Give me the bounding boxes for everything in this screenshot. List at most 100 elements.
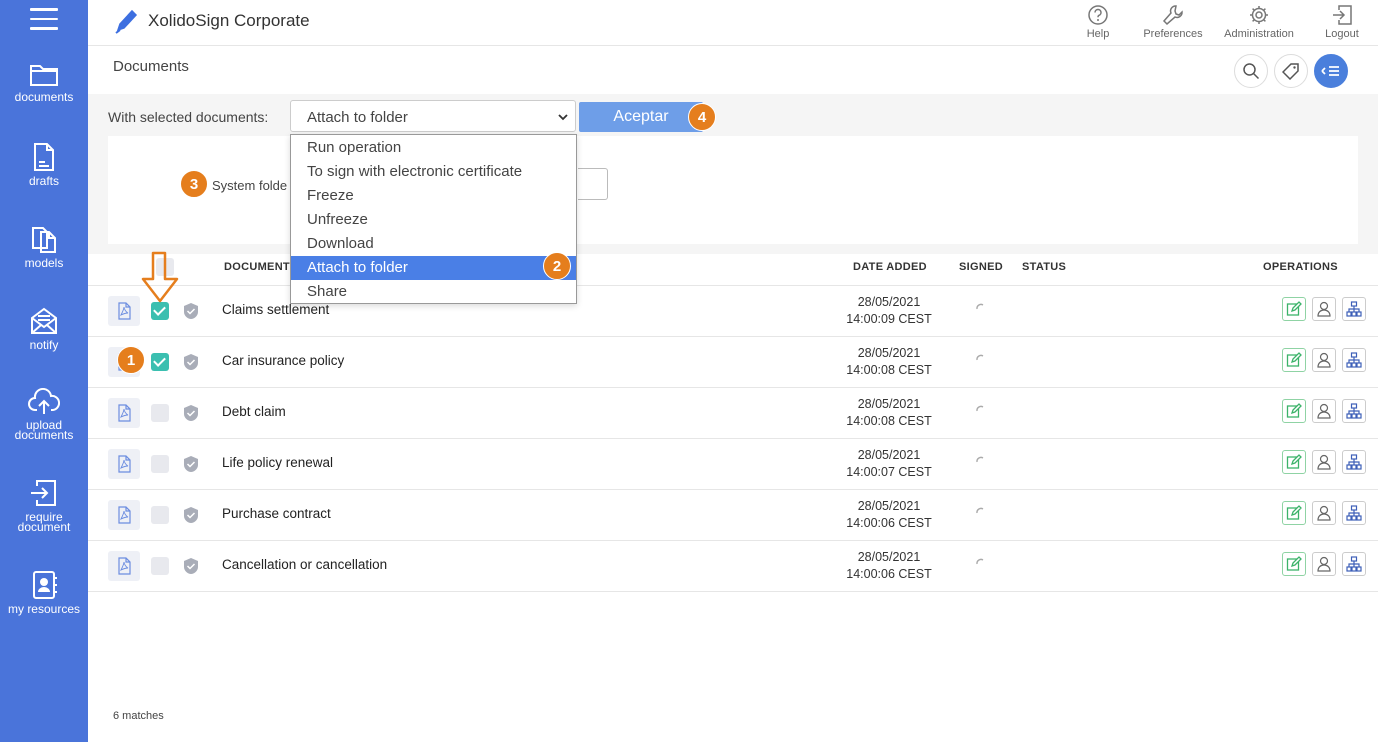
list-check-icon [1321,66,1339,76]
dropdown-option-download[interactable]: Download [291,232,576,256]
sidebar-item-label: models [24,256,64,270]
pdf-file-button[interactable] [108,500,140,530]
pdf-file-button[interactable] [108,296,140,326]
loading-spinner-icon [976,558,984,565]
date-value: 28/05/2021 [857,295,921,309]
folder-input[interactable] [578,168,608,200]
row-checkbox[interactable] [151,404,169,422]
documents-bar: Documents [88,46,1378,94]
workflow-button[interactable] [1342,348,1366,372]
dropdown-option-unfreeze[interactable]: Unfreeze [291,208,576,232]
preferences-button[interactable]: Preferences [1138,4,1208,40]
edit-icon [1286,403,1302,418]
user-button[interactable] [1312,348,1336,372]
sidebar-item-upload-documents[interactable]: upload documents [0,388,88,442]
row-checkbox[interactable] [151,455,169,473]
workflow-button[interactable] [1342,399,1366,423]
user-button[interactable] [1312,297,1336,321]
edit-button[interactable] [1282,501,1306,525]
sidebar-item-notify[interactable]: notify [0,306,88,351]
tag-button[interactable] [1274,54,1308,88]
date-value: 28/05/2021 [857,550,921,564]
administration-button[interactable]: Administration [1220,4,1298,40]
contact-book-icon [33,571,57,599]
system-folder-label: System folde [212,178,288,193]
dropdown-option-run-operation[interactable]: Run operation [291,136,576,160]
edit-button[interactable] [1282,399,1306,423]
pdf-file-button[interactable] [108,551,140,581]
dropdown-option-freeze[interactable]: Freeze [291,184,576,208]
accept-button[interactable]: Aceptar [579,102,703,132]
user-button[interactable] [1312,501,1336,525]
date-added: 28/05/2021 14:00:08 CEST [828,345,950,379]
user-button[interactable] [1312,399,1336,423]
edit-button[interactable] [1282,552,1306,576]
header-date-added[interactable]: DATE ADDED [853,261,927,273]
edit-button[interactable] [1282,348,1306,372]
workflow-button[interactable] [1342,450,1366,474]
edit-icon [1286,352,1302,367]
edit-button[interactable] [1282,450,1306,474]
sidebar-item-documents[interactable]: documents [0,62,88,103]
sidebar-item-require-document[interactable]: require document [0,478,88,533]
shield-check-icon [184,303,198,319]
header-signed[interactable]: SIGNED [959,261,1003,273]
shield-check-icon [184,354,198,370]
help-button[interactable]: Help [1082,4,1114,40]
dropdown-option-share[interactable]: Share [291,280,576,304]
sidebar-item-label: upload documents [14,418,74,442]
pdf-file-button[interactable] [108,398,140,428]
user-button[interactable] [1312,552,1336,576]
table-row[interactable]: Debt claim 28/05/2021 14:00:08 CEST [88,388,1378,439]
draft-file-icon [34,143,54,171]
document-name[interactable]: Claims settlement [222,302,329,317]
dropdown-option-attach-to-folder[interactable]: Attach to folder [291,256,576,280]
document-name[interactable]: Life policy renewal [222,455,333,470]
table-row[interactable]: Cancellation or cancellation 28/05/2021 … [88,541,1378,592]
table-row[interactable]: Purchase contract 28/05/2021 14:00:06 CE… [88,490,1378,541]
hamburger-menu-icon[interactable] [30,8,58,32]
edit-button[interactable] [1282,297,1306,321]
header-document[interactable]: DOCUMENT [224,261,290,273]
tag-icon [1282,63,1299,80]
logout-button[interactable]: Logout [1324,4,1360,40]
pdf-file-button[interactable] [108,449,140,479]
workflow-button[interactable] [1342,501,1366,525]
document-name[interactable]: Purchase contract [222,506,331,521]
help-icon [1088,5,1108,25]
row-checkbox[interactable] [151,557,169,575]
shield-check-icon [184,507,198,523]
table-header: DOCUMENT DATE ADDED SIGNED STATUS OPERAT… [88,254,1378,286]
sidebar-item-drafts[interactable]: drafts [0,142,88,187]
document-name[interactable]: Cancellation or cancellation [222,557,387,572]
table-row[interactable]: Car insurance policy 28/05/2021 14:00:08… [88,337,1378,388]
loading-spinner-icon [976,405,984,412]
table-row[interactable]: Claims settlement 28/05/2021 14:00:09 CE… [88,286,1378,337]
user-button[interactable] [1312,450,1336,474]
time-value: 14:00:07 CEST [846,465,932,479]
header-status[interactable]: STATUS [1022,261,1066,273]
envelope-icon [31,307,57,334]
date-value: 28/05/2021 [857,499,921,513]
date-added: 28/05/2021 14:00:06 CEST [828,549,950,583]
sidebar-item-models[interactable]: models [0,224,88,270]
operation-select[interactable]: Attach to folder [290,100,576,132]
pdf-file-icon [118,455,131,473]
workflow-button[interactable] [1342,297,1366,321]
table-row[interactable]: Life policy renewal 28/05/2021 14:00:07 … [88,439,1378,490]
row-checkbox[interactable] [151,506,169,524]
workflow-button[interactable] [1342,552,1366,576]
dropdown-option-sign-certificate[interactable]: To sign with electronic certificate [291,160,576,184]
pdf-file-icon [118,557,131,575]
match-count: 6 matches [113,710,164,722]
sidebar-item-my-resources[interactable]: my resources [0,570,88,615]
chevron-down-icon [558,114,568,121]
sign-in-icon [31,480,56,506]
search-button[interactable] [1234,54,1268,88]
user-icon [1317,505,1331,521]
document-name[interactable]: Car insurance policy [222,353,344,368]
document-name[interactable]: Debt claim [222,404,286,419]
row-checkbox[interactable] [151,353,169,371]
bulk-actions-button[interactable] [1314,54,1348,88]
time-value: 14:00:08 CEST [846,414,932,428]
